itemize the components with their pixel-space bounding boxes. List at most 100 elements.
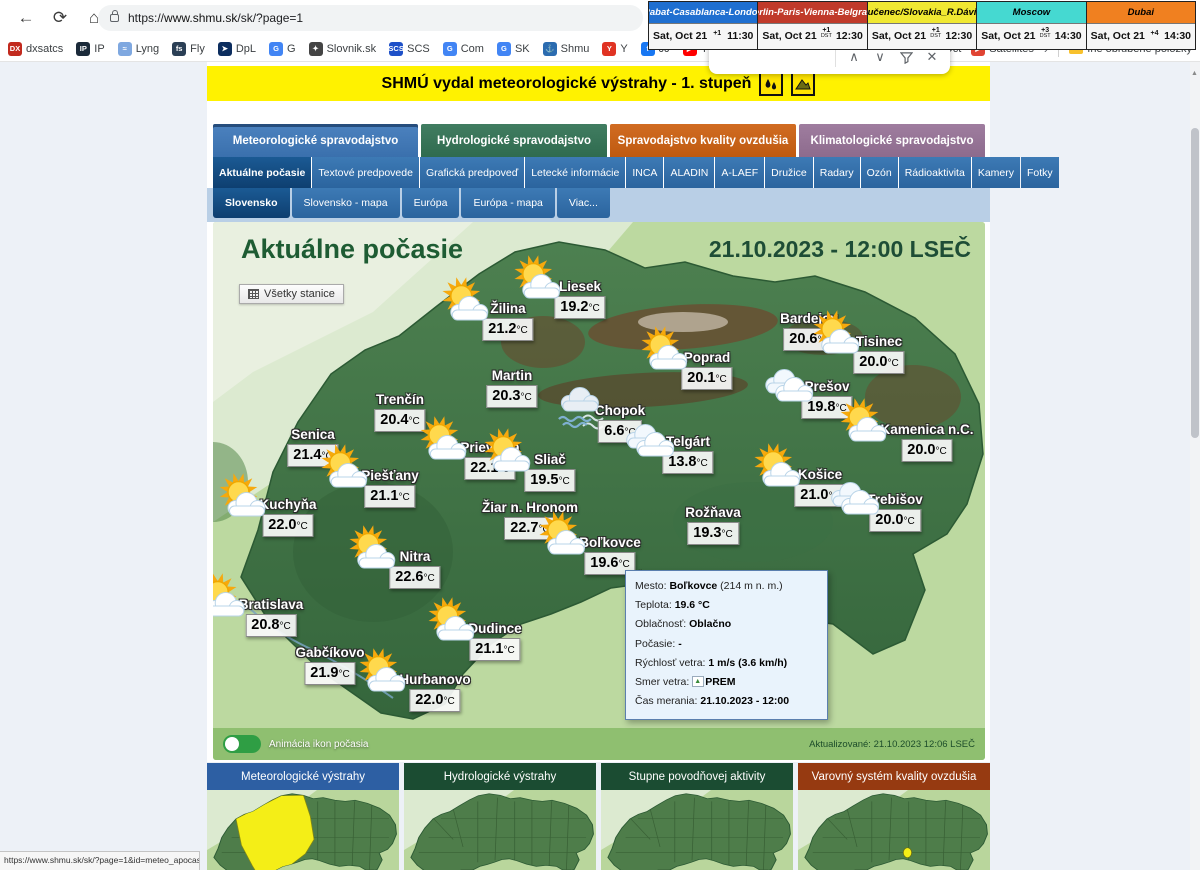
station-name: Trenčín bbox=[374, 392, 425, 407]
bookmark-item[interactable]: ✦Slovnik.sk bbox=[309, 42, 377, 56]
main-tab-0[interactable]: Meteorologické spravodajstvo bbox=[213, 124, 418, 157]
weather-station[interactable]: Chopok6.6°C bbox=[595, 403, 645, 443]
weather-station[interactable]: Trebišov20.0°C bbox=[867, 492, 923, 532]
clock-dst-flag: DST bbox=[1040, 34, 1051, 40]
subtab-row2-0[interactable]: Slovensko bbox=[213, 188, 290, 218]
weather-station[interactable]: Rožňava19.3°C bbox=[685, 505, 741, 545]
weather-station[interactable]: Trenčín20.4°C bbox=[374, 392, 425, 432]
clock-utc-offset: +3DST bbox=[1039, 27, 1052, 40]
clock-column[interactable]: DubaiSat, Oct 21+414:30 bbox=[1086, 2, 1195, 49]
reload-button[interactable]: ⟳ bbox=[46, 4, 74, 32]
animation-toggle[interactable] bbox=[223, 735, 261, 753]
warning-banner-text: SHMÚ vydal meteorologické výstrahy - 1. … bbox=[382, 75, 752, 93]
tooltip-row: Smer vetra: PREM bbox=[635, 675, 819, 689]
clock-city-name: Moscow bbox=[977, 2, 1085, 23]
scrollbar[interactable]: ▲ bbox=[1190, 62, 1200, 870]
panel-0[interactable]: Meteorologické výstrahy bbox=[207, 763, 399, 870]
weather-station[interactable]: Bratislava20.8°C bbox=[239, 597, 304, 637]
tooltip-value: Boľkovce bbox=[669, 580, 717, 592]
rain-warning-icon[interactable] bbox=[759, 72, 783, 96]
bookmark-item[interactable]: YY bbox=[602, 42, 627, 56]
find-input[interactable] bbox=[715, 47, 829, 67]
all-stations-button[interactable]: Všetky stanice bbox=[239, 284, 344, 304]
subtab-row2-4[interactable]: Viac... bbox=[557, 188, 610, 218]
clock-column[interactable]: MoscowSat, Oct 21+3DST14:30 bbox=[976, 2, 1085, 49]
weather-station[interactable]: Senica21.4°C bbox=[287, 427, 338, 467]
panel-1[interactable]: Hydrologické výstrahy bbox=[404, 763, 596, 870]
subtab-row1-3[interactable]: Letecké informácie bbox=[525, 157, 625, 188]
bookmark-item[interactable]: DXdxsatcs bbox=[8, 42, 63, 56]
weather-station[interactable]: Dudince21.1°C bbox=[468, 621, 521, 661]
weather-station[interactable]: Piešťany21.1°C bbox=[361, 468, 419, 508]
bookmark-item[interactable]: ➤DpL bbox=[218, 42, 256, 56]
bookmark-item[interactable]: GSK bbox=[497, 42, 530, 56]
wind-warning-icon[interactable] bbox=[791, 72, 815, 96]
scroll-up-arrow[interactable]: ▲ bbox=[1191, 70, 1198, 77]
scrollbar-thumb[interactable] bbox=[1191, 128, 1199, 438]
weather-station[interactable]: Prešov19.8°C bbox=[801, 379, 852, 419]
subtab-row2-2[interactable]: Európa bbox=[402, 188, 460, 218]
weather-station[interactable]: Nitra22.6°C bbox=[389, 549, 440, 589]
back-button[interactable]: ← bbox=[12, 4, 40, 32]
weather-station[interactable]: Košice21.0°C bbox=[794, 467, 845, 507]
weather-map[interactable]: Aktuálne počasie 21.10.2023 - 12:00 LSEČ… bbox=[213, 222, 985, 760]
weather-station[interactable]: Sliač19.5°C bbox=[524, 452, 575, 492]
weather-station[interactable]: Kuchyňa22.0°C bbox=[259, 497, 316, 537]
subtab-row1-5[interactable]: ALADIN bbox=[664, 157, 714, 188]
main-tab-1[interactable]: Hydrologické spravodajstvo bbox=[421, 124, 607, 157]
bookmark-favicon: G bbox=[497, 42, 511, 56]
subtab-row1-2[interactable]: Grafická predpoveď bbox=[420, 157, 524, 188]
main-tab-3[interactable]: Klimatologické spravodajstvo bbox=[799, 124, 985, 157]
station-temp: 19.2°C bbox=[554, 296, 605, 319]
panel-3[interactable]: Varovný systém kvality ovzdušia bbox=[798, 763, 990, 870]
subtab-row1-8[interactable]: Radary bbox=[814, 157, 860, 188]
clock-column[interactable]: Rabat-Casablanca-LondonSat, Oct 21+111:3… bbox=[649, 2, 757, 49]
subtab-row2-1[interactable]: Slovensko - mapa bbox=[292, 188, 400, 218]
clock-city-name: Lučenec/Slovakia_R.Dávid bbox=[868, 2, 976, 23]
panel-2[interactable]: Stupne povodňovej aktivity bbox=[601, 763, 793, 870]
bookmark-item[interactable]: IPIP bbox=[76, 42, 104, 56]
subtab-row1-4[interactable]: INCA bbox=[626, 157, 663, 188]
subtab-row1-9[interactable]: Ozón bbox=[861, 157, 898, 188]
weather-station[interactable]: Bardejov20.6°C bbox=[780, 311, 838, 351]
clock-column[interactable]: Berlin-Paris-Vienna-BelgradeSat, Oct 21+… bbox=[757, 2, 866, 49]
clock-time-row: Sat, Oct 21+1DST12:30 bbox=[758, 23, 866, 49]
temp-value: 13.8 bbox=[668, 454, 696, 470]
weather-station[interactable]: Martin20.3°C bbox=[486, 368, 537, 408]
weather-station[interactable]: Boľkovce19.6°C☝ bbox=[579, 535, 640, 575]
subtab-row1-6[interactable]: A-LAEF bbox=[715, 157, 764, 188]
weather-station[interactable]: Žiar n. Hronom22.7°C bbox=[482, 500, 578, 540]
station-name: Liesek bbox=[554, 279, 605, 294]
weather-station[interactable]: Gabčíkovo21.9°C bbox=[295, 645, 364, 685]
clock-time-row: Sat, Oct 21+414:30 bbox=[1087, 23, 1195, 49]
subtab-row1-11[interactable]: Kamery bbox=[972, 157, 1020, 188]
weather-station[interactable]: Liesek 19.2°C bbox=[554, 279, 605, 319]
bookmark-item[interactable]: SCSSCS bbox=[389, 42, 430, 56]
weather-station[interactable]: Prievidza22.1°C bbox=[460, 440, 519, 480]
weather-station[interactable]: Telgárt13.8°C bbox=[662, 434, 713, 474]
subtab-row1-1[interactable]: Textové predpovede bbox=[312, 157, 419, 188]
main-tab-2[interactable]: Spravodajstvo kvality ovzdušia bbox=[610, 124, 796, 157]
weather-station[interactable]: Kamenica n.C.20.0°C bbox=[880, 422, 973, 462]
subtab-row1-10[interactable]: Rádioaktivita bbox=[899, 157, 971, 188]
bookmark-item[interactable]: ⚓Shmu bbox=[543, 42, 590, 56]
panel-thumbnail bbox=[404, 790, 596, 870]
station-temp: 22.0°C bbox=[262, 514, 313, 537]
temp-value: 20.0 bbox=[875, 512, 903, 528]
bookmark-item[interactable]: GCom bbox=[443, 42, 484, 56]
bookmark-item[interactable]: GG bbox=[269, 42, 296, 56]
temp-unit: °C bbox=[624, 427, 635, 438]
subtab-row1-7[interactable]: Družice bbox=[765, 157, 813, 188]
bookmark-item[interactable]: ≈Lyng bbox=[118, 42, 159, 56]
weather-station[interactable]: Hurbanovo22.0°C bbox=[399, 672, 470, 712]
weather-station[interactable]: Žilina21.2°C bbox=[482, 301, 533, 341]
subtab-row1-12[interactable]: Fotky bbox=[1021, 157, 1059, 188]
temp-value: 22.6 bbox=[395, 569, 423, 585]
weather-station[interactable]: Tisinec20.0°C bbox=[853, 334, 904, 374]
subtab-row2-3[interactable]: Európa - mapa bbox=[461, 188, 554, 218]
weather-station[interactable]: Poprad20.1°C bbox=[681, 350, 732, 390]
subtab-row1-0[interactable]: Aktuálne počasie bbox=[213, 157, 311, 188]
address-bar[interactable]: https://www.shmu.sk/sk/?page=1 bbox=[98, 5, 643, 31]
bookmark-item[interactable]: fsFly bbox=[172, 42, 205, 56]
clock-column[interactable]: Lučenec/Slovakia_R.DávidSat, Oct 21+1DST… bbox=[867, 2, 976, 49]
